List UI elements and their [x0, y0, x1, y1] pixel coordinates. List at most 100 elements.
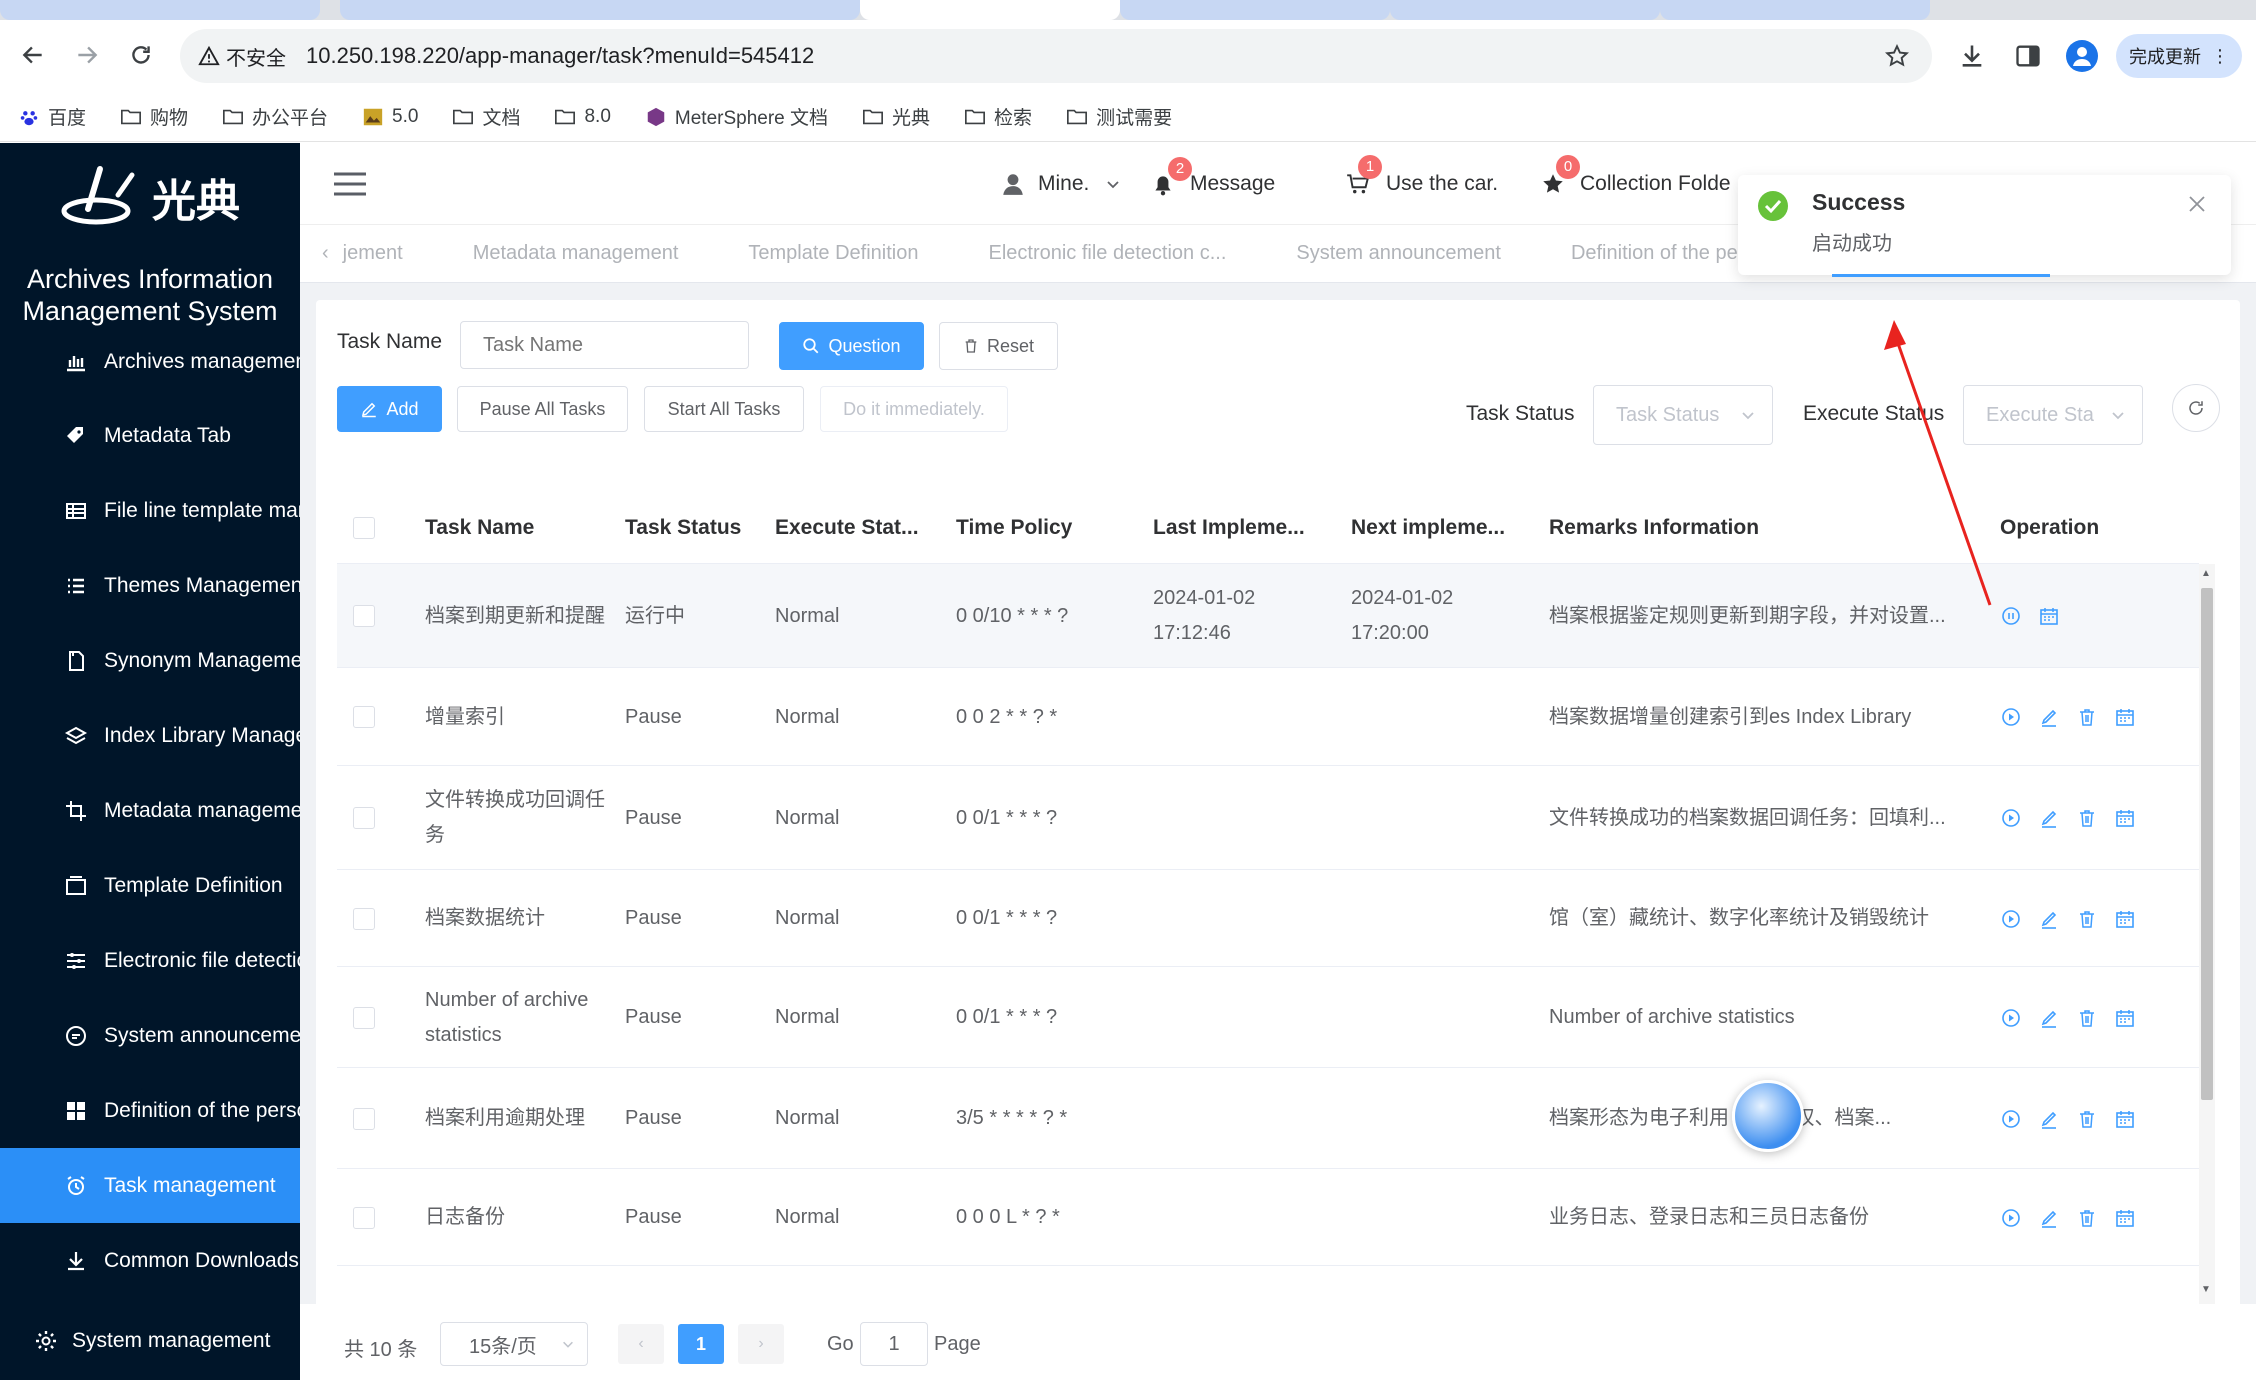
sidebar-item-index-library-management[interactable]: Index Library Management: [0, 698, 300, 773]
column-header[interactable]: Last Impleme...: [1153, 492, 1305, 564]
sidebar-item-template-definition[interactable]: Template Definition: [0, 848, 300, 923]
tag-item[interactable]: Definition of the perso: [1571, 242, 1766, 265]
cart-menu[interactable]: Use the car. 1: [1344, 143, 1498, 225]
bookmark-item[interactable]: MeterSphere 文档: [645, 103, 828, 130]
edit-icon[interactable]: [2039, 909, 2059, 929]
scroll-down-arrow[interactable]: ▼: [2201, 1284, 2211, 1295]
message-menu[interactable]: Message 2: [1150, 143, 1275, 225]
table-row[interactable]: 档案利用逾期处理 Pause Normal 3/5 * * * * ? * 档案形态为电…: [337, 1068, 2199, 1169]
select-all-checkbox[interactable]: [353, 517, 375, 539]
sidebar-item-themes-management[interactable]: Themes Management: [0, 548, 300, 623]
sidebar-item-archives-management[interactable]: Archives management: [0, 324, 300, 399]
play-icon[interactable]: [2001, 1208, 2021, 1228]
bookmark-item[interactable]: 百度: [18, 103, 86, 130]
play-icon[interactable]: [2001, 1008, 2021, 1028]
download-icon-browser[interactable]: [1958, 42, 1986, 70]
url-bar[interactable]: 不安全 10.250.198.220/app-manager/task?menu…: [180, 29, 1932, 83]
page-1-button[interactable]: 1: [678, 1324, 724, 1364]
do-immediately-button[interactable]: Do it immediately.: [820, 386, 1008, 432]
browser-tab[interactable]: [1120, 0, 1390, 20]
sidebar-item-common-downloads[interactable]: Common Downloads: [0, 1223, 300, 1298]
browser-tab-active[interactable]: [860, 0, 1120, 20]
sidepanel-icon[interactable]: [2014, 42, 2042, 70]
collection-menu[interactable]: Collection Folde 0: [1540, 143, 1731, 225]
bookmark-item[interactable]: 文档: [452, 103, 520, 130]
table-row[interactable]: 档案数据统计 Pause Normal 0 0/1 * * * ? 馆（室）藏统计、数字…: [337, 870, 2199, 967]
refresh-button[interactable]: [2172, 384, 2220, 432]
delete-icon[interactable]: [2077, 1208, 2097, 1228]
close-icon[interactable]: [2188, 195, 2206, 213]
task-name-input[interactable]: [460, 321, 749, 369]
user-menu[interactable]: Mine.: [1000, 143, 1121, 225]
bookmark-item[interactable]: 测试需要: [1066, 103, 1172, 130]
row-checkbox[interactable]: [353, 1006, 375, 1029]
tag-item[interactable]: Metadata management: [473, 242, 679, 265]
column-header[interactable]: Next impleme...: [1351, 492, 1505, 564]
reset-button[interactable]: Reset: [939, 322, 1058, 370]
calendar-icon[interactable]: [2115, 707, 2135, 727]
goto-page-input[interactable]: 1: [860, 1322, 928, 1366]
column-header[interactable]: Operation: [2000, 492, 2099, 564]
table-row[interactable]: 文件转换成功回调任务 Pause Normal 0 0/1 * * * ? 文件转换成功…: [337, 766, 2199, 870]
sidebar-item-metadata-tab[interactable]: Metadata Tab: [0, 398, 300, 473]
pause-icon[interactable]: [2001, 606, 2021, 626]
calendar-icon[interactable]: [2115, 909, 2135, 929]
delete-icon[interactable]: [2077, 1008, 2097, 1028]
row-checkbox[interactable]: [353, 706, 375, 728]
profile-avatar[interactable]: [2066, 40, 2098, 72]
column-header[interactable]: Task Name: [425, 492, 534, 564]
tag-item[interactable]: System announcement: [1296, 242, 1501, 265]
browser-tab[interactable]: [1660, 0, 1930, 20]
sidebar-footer-system-management[interactable]: System management: [0, 1302, 300, 1380]
question-button[interactable]: Question: [779, 322, 924, 370]
play-icon[interactable]: [2001, 909, 2021, 929]
sidebar-item-metadata-management[interactable]: Metadata management: [0, 773, 300, 848]
play-icon[interactable]: [2001, 707, 2021, 727]
row-checkbox[interactable]: [353, 605, 375, 627]
row-checkbox[interactable]: [353, 907, 375, 930]
sidebar-item-synonym-management[interactable]: Synonym Management: [0, 623, 300, 698]
delete-icon[interactable]: [2077, 1109, 2097, 1129]
reload-icon[interactable]: [128, 42, 154, 68]
prev-page-button[interactable]: ‹: [618, 1324, 664, 1364]
sidebar-item-system-announcement[interactable]: System announcement: [0, 998, 300, 1073]
tags-scroll-left-icon[interactable]: ‹: [322, 242, 329, 265]
pause-all-button[interactable]: Pause All Tasks: [457, 386, 628, 432]
hamburger-icon[interactable]: [334, 172, 366, 196]
table-scrollbar-thumb[interactable]: [2201, 588, 2213, 1100]
bookmark-item[interactable]: 购物: [120, 103, 188, 130]
bookmark-item[interactable]: 8.0: [554, 106, 611, 128]
tag-item[interactable]: Electronic file detection c...: [988, 242, 1226, 265]
row-checkbox[interactable]: [353, 1206, 375, 1229]
sidebar-item-task-management[interactable]: Task management: [0, 1148, 300, 1223]
star-icon[interactable]: [1884, 43, 1910, 69]
delete-icon[interactable]: [2077, 909, 2097, 929]
calendar-icon[interactable]: [2115, 808, 2135, 828]
table-row[interactable]: Number of archive statistics Pause Normal 0…: [337, 967, 2199, 1068]
tag-item[interactable]: Template Definition: [748, 242, 918, 265]
edit-icon[interactable]: [2039, 808, 2059, 828]
forward-icon[interactable]: [74, 42, 100, 68]
edit-icon[interactable]: [2039, 1109, 2059, 1129]
play-icon[interactable]: [2001, 1109, 2021, 1129]
table-row[interactable]: 增量索引 Pause Normal 0 0 2 * * ? * 档案数据增量创建索引到e…: [337, 668, 2199, 766]
column-header[interactable]: Execute Stat...: [775, 492, 919, 564]
delete-icon[interactable]: [2077, 808, 2097, 828]
bookmark-item[interactable]: 5.0: [362, 106, 418, 128]
browser-tab[interactable]: [1390, 0, 1660, 20]
calendar-icon[interactable]: [2115, 1008, 2135, 1028]
column-header[interactable]: Time Policy: [956, 492, 1072, 564]
page-size-select[interactable]: 15条/页: [440, 1322, 588, 1366]
sidebar-item-file-line-template-management[interactable]: File line template management: [0, 473, 300, 548]
edit-icon[interactable]: [2039, 707, 2059, 727]
browser-tab[interactable]: [0, 0, 320, 20]
update-button[interactable]: 完成更新 ⋮: [2116, 34, 2242, 78]
browser-tab[interactable]: [340, 0, 860, 20]
sidebar-item-electronic-file-detection[interactable]: Electronic file detection: [0, 923, 300, 998]
add-button[interactable]: Add: [337, 386, 442, 432]
column-header[interactable]: Task Status: [625, 492, 741, 564]
play-icon[interactable]: [2001, 808, 2021, 828]
bookmark-item[interactable]: 办公平台: [222, 103, 328, 130]
calendar-icon[interactable]: [2115, 1109, 2135, 1129]
bookmark-item[interactable]: 光典: [862, 103, 930, 130]
